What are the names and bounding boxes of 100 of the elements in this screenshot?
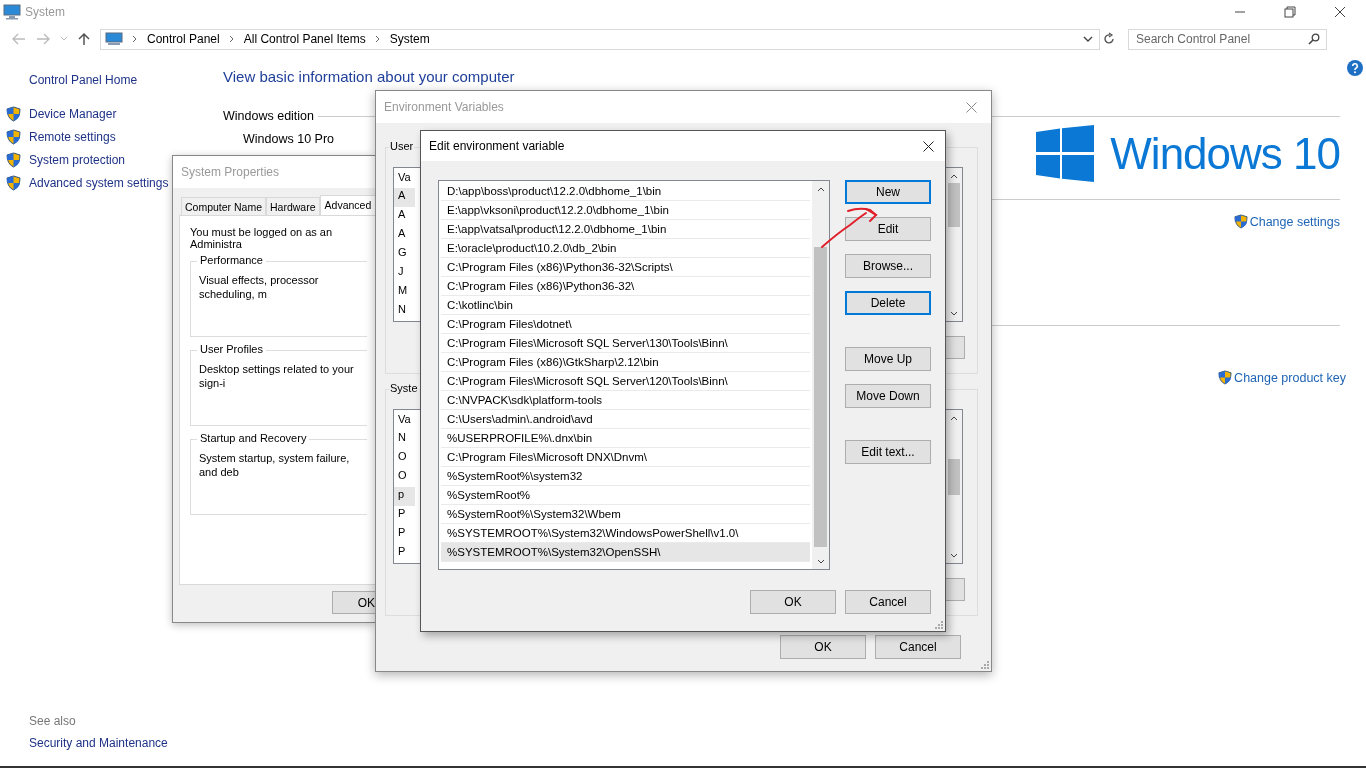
- path-entry[interactable]: C:\Program Files\dotnet\: [441, 315, 810, 334]
- variable-row[interactable]: P: [394, 506, 415, 525]
- breadcrumb[interactable]: Control Panel: [147, 32, 220, 46]
- search-icon: [1308, 32, 1320, 45]
- path-entry[interactable]: %SystemRoot%: [441, 486, 810, 505]
- admin-notice: You must be logged on as an Administra: [190, 226, 334, 250]
- path-entry[interactable]: C:\Program Files (x86)\GtkSharp\2.12\bin: [441, 353, 810, 372]
- dialog-title: System Properties: [181, 165, 280, 179]
- action-button[interactable]: New: [845, 180, 931, 204]
- breadcrumb[interactable]: All Control Panel Items: [243, 32, 366, 46]
- window-title: System: [25, 5, 65, 19]
- variable-row[interactable]: N: [394, 302, 415, 321]
- sidebar-link[interactable]: Advanced system settings: [29, 176, 169, 190]
- tab[interactable]: Advanced: [319, 195, 377, 215]
- path-entry[interactable]: C:\Program Files\Microsoft SQL Server\130\Tools\Binn\: [441, 334, 810, 353]
- scroll-thumb[interactable]: [947, 459, 960, 495]
- path-entry[interactable]: E:\app\vatsal\product\12.2.0\dbhome_1\bin: [441, 220, 810, 239]
- scroll-thumb[interactable]: [947, 183, 960, 227]
- dialog-title: Edit environment variable: [429, 139, 565, 153]
- path-entry[interactable]: C:\Program Files (x86)\Python36-32\Scripts\: [441, 258, 810, 277]
- computer-icon: [3, 4, 21, 20]
- ok-button[interactable]: OK: [750, 590, 836, 614]
- action-button[interactable]: Move Up: [845, 347, 931, 371]
- change-settings-link[interactable]: Change settings: [1249, 214, 1340, 229]
- section-heading: Windows edition: [223, 109, 314, 123]
- sidebar-link[interactable]: Security and Maintenance: [29, 736, 223, 750]
- group-description: Desktop settings related to your sign-i: [199, 363, 354, 389]
- breadcrumb[interactable]: System: [389, 32, 430, 46]
- edition-text: Windows 10 Pro: [243, 132, 334, 146]
- up-arrow-icon[interactable]: [78, 32, 90, 46]
- address-bar[interactable]: Control Panel All Control Panel Items System: [100, 28, 1100, 50]
- chevron-up-icon[interactable]: [949, 174, 958, 179]
- chevron-down-icon[interactable]: [949, 553, 958, 558]
- close-icon[interactable]: [1334, 6, 1346, 18]
- variable-row[interactable]: G: [394, 245, 415, 264]
- variable-row[interactable]: M: [394, 283, 415, 302]
- sidebar-link[interactable]: Remote settings: [29, 130, 116, 144]
- page-heading: View basic information about your computer: [223, 68, 516, 85]
- variable-row[interactable]: P: [394, 544, 415, 563]
- variable-row[interactable]: J: [394, 264, 415, 283]
- action-button[interactable]: Move Down: [845, 384, 931, 408]
- restore-icon[interactable]: [1284, 6, 1296, 18]
- chevron-down-icon[interactable]: [949, 311, 958, 316]
- path-entry[interactable]: %SystemRoot%\System32\Wbem: [441, 505, 810, 524]
- action-button[interactable]: Delete: [845, 291, 931, 315]
- chevron-up-icon[interactable]: [949, 416, 958, 421]
- ok-button[interactable]: OK: [780, 635, 866, 659]
- variable-row[interactable]: O: [394, 449, 415, 468]
- scrollbar[interactable]: [812, 181, 829, 569]
- variable-row[interactable]: N: [394, 430, 415, 449]
- refresh-icon[interactable]: [1102, 32, 1116, 46]
- variable-row[interactable]: O: [394, 468, 415, 487]
- variable-row[interactable]: A: [394, 226, 415, 245]
- resize-grip-icon[interactable]: [934, 620, 943, 629]
- path-entry[interactable]: C:\Program Files\Microsoft DNX\Dnvm\: [441, 448, 810, 467]
- path-entry[interactable]: %USERPROFILE%\.dnx\bin: [441, 429, 810, 448]
- shield-icon: [1233, 214, 1248, 229]
- path-entry[interactable]: C:\Program Files\Microsoft SQL Server\120\Tools\Binn\: [441, 372, 810, 391]
- shield-icon: [6, 106, 21, 122]
- tab[interactable]: Hardware: [266, 197, 320, 215]
- shield-icon: [6, 152, 21, 168]
- resize-grip-icon[interactable]: [980, 660, 989, 669]
- group-title: Syste: [389, 382, 419, 394]
- sidebar-home-link[interactable]: Control Panel Home: [29, 73, 223, 87]
- chevron-up-icon[interactable]: [816, 187, 825, 192]
- tab[interactable]: Computer Name: [181, 197, 267, 215]
- variable-row[interactable]: A: [394, 207, 415, 226]
- path-entry[interactable]: D:\app\boss\product\12.2.0\dbhome_1\bin: [441, 182, 810, 201]
- shield-icon: [1218, 370, 1233, 385]
- column-header: Va: [397, 171, 412, 185]
- ok-button[interactable]: OK: [332, 591, 375, 614]
- group-title: User Profiles: [197, 343, 266, 355]
- sidebar-link[interactable]: System protection: [29, 153, 126, 167]
- path-entry[interactable]: C:\NVPACK\sdk\platform-tools: [441, 391, 810, 410]
- change-product-key-link[interactable]: Change product key: [1234, 370, 1346, 385]
- variable-row[interactable]: p: [394, 487, 415, 506]
- cancel-button[interactable]: Cancel: [845, 590, 931, 614]
- action-button[interactable]: Edit text...: [845, 440, 931, 464]
- close-icon[interactable]: [923, 140, 934, 152]
- logo-text: Windows 10: [1110, 128, 1340, 179]
- path-entry[interactable]: E:\oracle\product\10.2.0\db_2\bin: [441, 239, 810, 258]
- help-icon[interactable]: [1347, 60, 1363, 76]
- chevron-down-icon[interactable]: [1083, 36, 1093, 42]
- chevron-down-icon[interactable]: [816, 559, 825, 564]
- path-entry[interactable]: %SystemRoot%\system32: [441, 467, 810, 486]
- path-entry[interactable]: E:\app\vksoni\product\12.2.0\dbhome_1\bin: [441, 201, 810, 220]
- variable-row[interactable]: A: [394, 188, 415, 207]
- cancel-button[interactable]: Cancel: [875, 635, 961, 659]
- search-field[interactable]: Search Control Panel: [1128, 28, 1327, 50]
- shield-icon: [6, 175, 21, 191]
- group-title: Performance: [197, 254, 266, 266]
- variable-row[interactable]: P: [394, 525, 415, 544]
- action-button[interactable]: Browse...: [845, 254, 931, 278]
- path-entry[interactable]: C:\kotlinc\bin: [441, 296, 810, 315]
- path-entry[interactable]: C:\Users\admin\.android\avd: [441, 410, 810, 429]
- scroll-thumb[interactable]: [814, 247, 827, 547]
- path-entry[interactable]: %SYSTEMROOT%\System32\OpenSSH\: [441, 543, 810, 562]
- path-entry[interactable]: C:\Program Files (x86)\Python36-32\: [441, 277, 810, 296]
- sidebar-link[interactable]: Device Manager: [29, 107, 117, 121]
- action-button[interactable]: Edit: [845, 217, 931, 241]
